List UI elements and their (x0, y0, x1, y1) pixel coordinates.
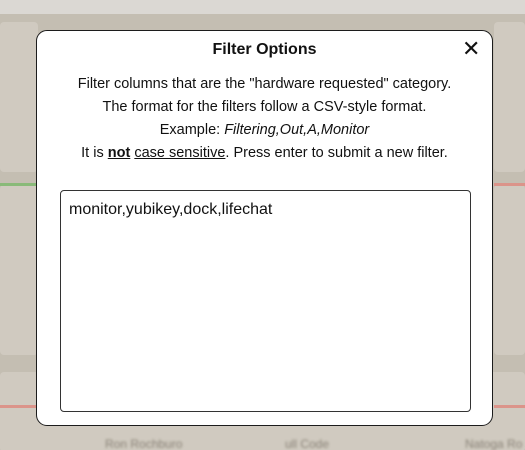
filter-options-dialog: Filter Options ✕ Filter columns that are… (36, 30, 493, 426)
description-example: Example: Filtering,Out,A,Monitor (37, 119, 492, 142)
case-sensitive-text: case sensitive (134, 145, 226, 161)
example-value: Filtering,Out,A,Monitor (224, 122, 370, 138)
description-line-1: Filter columns that are the "hardware re… (77, 76, 452, 92)
close-icon[interactable]: ✕ (462, 38, 480, 60)
dialog-title: Filter Options (212, 41, 317, 58)
description-line-4: It is not case sensitive. Press enter to… (37, 142, 492, 165)
filter-textarea[interactable]: monitor,yubikey,dock,lifechat (60, 190, 471, 412)
description-line-2: The format for the filters follow a CSV-… (102, 99, 427, 115)
line4-suffix: . Press enter to submit a new filter. (225, 145, 448, 161)
dialog-description: Filter columns that are the "hardware re… (37, 73, 492, 165)
line4-prefix: It is (81, 145, 108, 161)
example-prefix: Example: (159, 122, 225, 138)
not-emphasis: not (107, 145, 131, 161)
